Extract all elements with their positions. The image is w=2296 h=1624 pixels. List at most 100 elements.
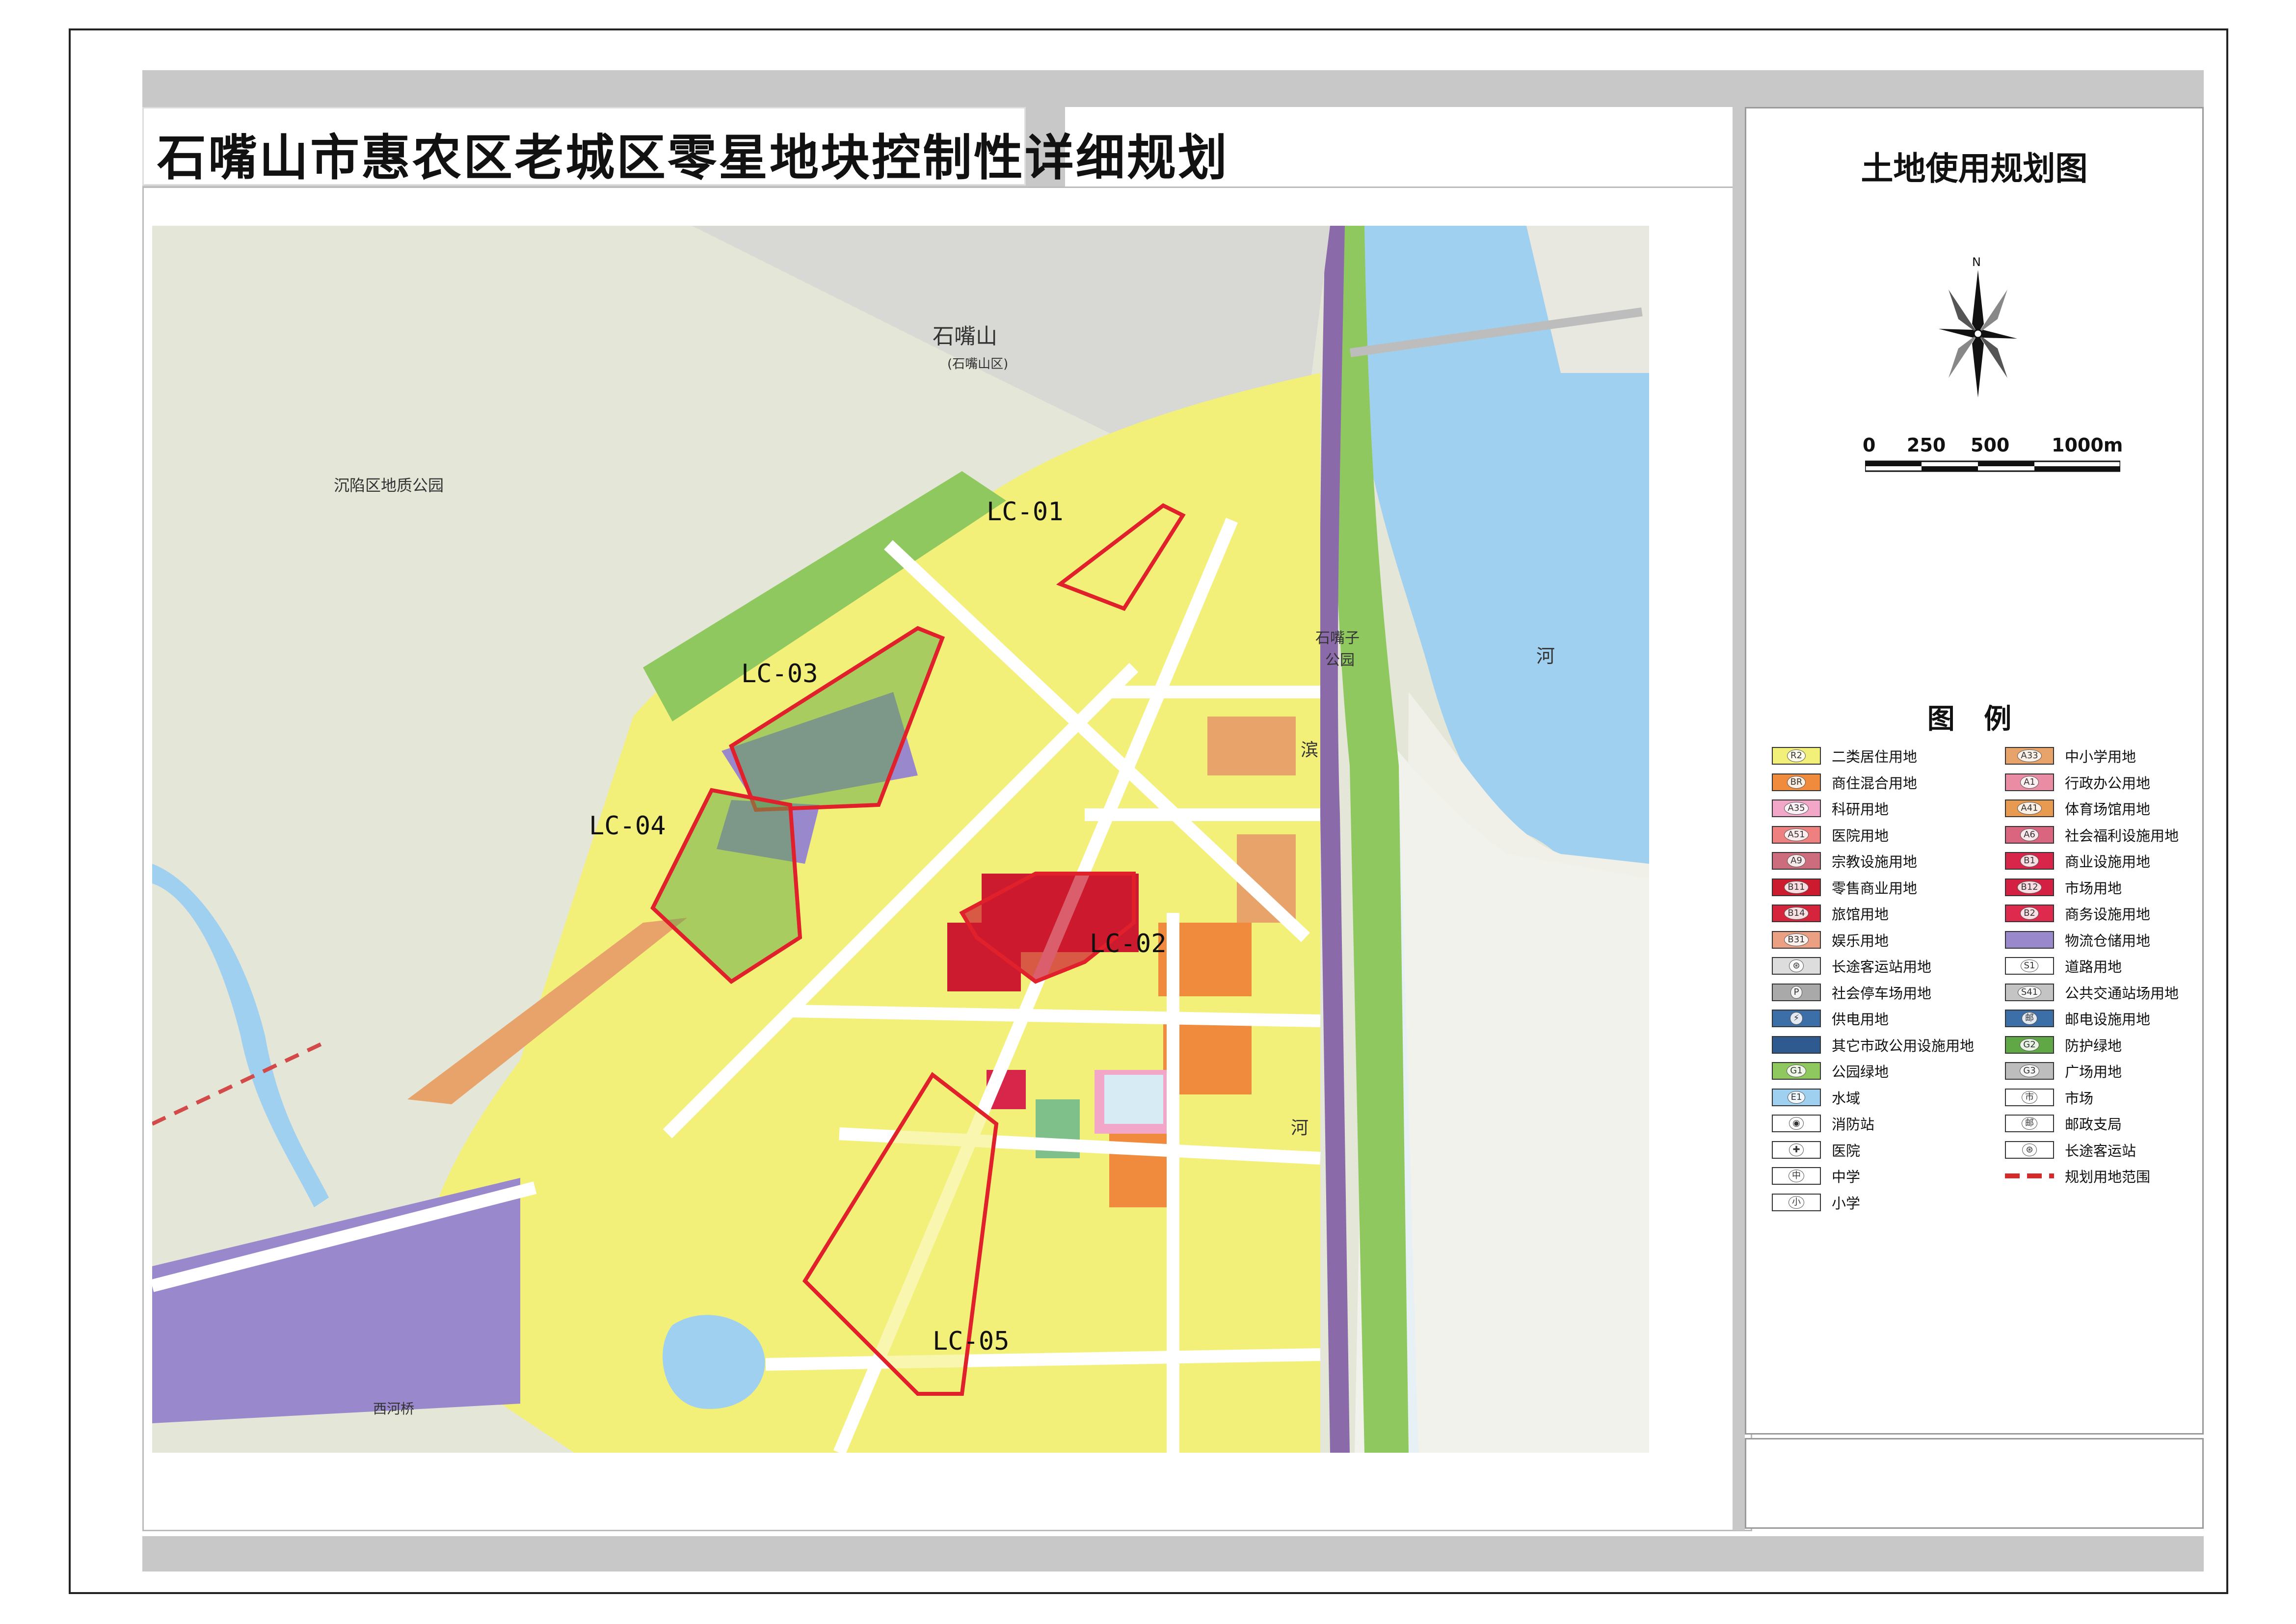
- legend-code: S1: [2020, 959, 2039, 972]
- legend-code: ⊛: [2022, 1143, 2037, 1156]
- label-park1: 石嘴子: [1315, 630, 1360, 647]
- legend-code: R2: [1787, 749, 1806, 762]
- legend-code: 邮: [2022, 1117, 2037, 1130]
- legend-label: 行政办公用地: [2065, 774, 2151, 792]
- legend-swatch: A41: [2005, 799, 2054, 817]
- legend-code: 小: [1789, 1196, 1804, 1209]
- legend-label: 水域: [1832, 1090, 1861, 1107]
- legend-code: ✚: [1789, 1143, 1804, 1156]
- plan-title: 石嘴山市惠农区老城区零星地块控制性详细规划: [157, 129, 1229, 186]
- legend-label: 道路用地: [2065, 958, 2122, 975]
- legend-code: B31: [1784, 933, 1809, 946]
- legend-swatch: B1: [2005, 852, 2054, 870]
- legend-swatch: 邮: [2005, 1010, 2054, 1027]
- legend-swatch: BR: [1772, 773, 1821, 791]
- legend-item: G1 公园绿地: [1772, 1061, 1889, 1081]
- legend-code: B1: [2020, 854, 2039, 867]
- legend-swatch: ⊛: [1772, 957, 1821, 975]
- legend-swatch: [1772, 1036, 1821, 1054]
- land-use-map[interactable]: LC-01 LC-02 LC-03 LC-04 LC-05 石嘴山 (石嘴山区)…: [152, 226, 1649, 1453]
- legend-swatch: ✚: [1772, 1141, 1821, 1159]
- legend-swatch: ⚡: [1772, 1010, 1821, 1027]
- label-lc04: LC-04: [589, 811, 666, 841]
- legend-label: 科研用地: [1832, 801, 1889, 818]
- label-city: 石嘴山: [933, 324, 997, 349]
- legend-swatch: B12: [2005, 878, 2054, 896]
- legend-item: R2 二类居住用地: [1772, 746, 1917, 766]
- label-lc05: LC-05: [933, 1327, 1010, 1356]
- legend-item: S1 道路用地: [2005, 956, 2122, 976]
- label-lc03: LC-03: [741, 659, 818, 689]
- legend-item: 小 小学: [1772, 1193, 1860, 1212]
- legend-label: 小学: [1832, 1195, 1861, 1212]
- legend-swatch: A9: [1772, 852, 1821, 870]
- legend-code: A41: [2017, 802, 2042, 815]
- legend-label: 零售商业用地: [1832, 879, 1918, 897]
- legend-item: 中 中学: [1772, 1166, 1860, 1186]
- legend-swatch: A51: [1772, 825, 1821, 844]
- scale-bar: [1865, 460, 2120, 472]
- block-school-1: [1207, 717, 1296, 775]
- legend-label: 供电用地: [1832, 1011, 1889, 1028]
- block-water-square: [1104, 1075, 1163, 1124]
- legend-label: 医院用地: [1832, 827, 1889, 844]
- top-decor-bar: [142, 70, 2204, 107]
- legend-item: 规划用地范围: [2005, 1166, 2150, 1186]
- legend-label: 邮政支局: [2065, 1116, 2122, 1133]
- legend-label: 旅馆用地: [1832, 906, 1889, 923]
- legend-swatch: G3: [2005, 1062, 2054, 1080]
- legend-code: ◉: [1789, 1117, 1804, 1130]
- legend-code: E1: [1787, 1091, 1806, 1104]
- legend-swatch: B14: [1772, 905, 1821, 922]
- legend-swatch: S41: [2005, 983, 2054, 1001]
- legend-swatch: G2: [2005, 1036, 2054, 1054]
- legend-label: 公园绿地: [1832, 1064, 1889, 1080]
- legend-code: B12: [2017, 880, 2042, 894]
- legend-label: 市场用地: [2065, 879, 2122, 897]
- legend-label: 市场: [2065, 1090, 2094, 1107]
- legend-item: B1 商业设施用地: [2005, 851, 2150, 871]
- legend-label: 体育场馆用地: [2065, 801, 2151, 818]
- label-geopark: 沉陷区地质公园: [334, 476, 444, 495]
- legend-item: G3 广场用地: [2005, 1061, 2122, 1081]
- legend-code: A1: [2020, 775, 2039, 789]
- legend-item: BR 商住混合用地: [1772, 772, 1917, 792]
- legend-code: S41: [2017, 985, 2042, 999]
- label-xihe: 西河桥: [373, 1401, 414, 1417]
- legend-item: 市 市场: [2005, 1088, 2093, 1107]
- legend-code: A33: [2017, 749, 2042, 762]
- legend-item: 邮 邮政支局: [2005, 1114, 2122, 1133]
- legend-item: B14 旅馆用地: [1772, 904, 1889, 923]
- legend-item: B2 商务设施用地: [2005, 904, 2150, 923]
- legend-label: 长途客运站用地: [1832, 958, 1932, 975]
- legend-label: 中小学用地: [2065, 748, 2136, 765]
- legend-code: G3: [2020, 1065, 2039, 1077]
- legend-swatch: B11: [1772, 878, 1821, 896]
- legend-label: 商业设施用地: [2065, 853, 2151, 870]
- legend-item: 其它市政公用设施用地: [1772, 1035, 1974, 1055]
- legend-code: A6: [2020, 828, 2039, 841]
- legend-code: A9: [1787, 854, 1806, 867]
- legend-item: G2 防护绿地: [2005, 1035, 2122, 1055]
- legend-swatch: A1: [2005, 773, 2054, 791]
- legend-code: G1: [1787, 1065, 1806, 1077]
- legend-code: 邮: [2022, 1012, 2037, 1025]
- legend-swatch: A6: [2005, 825, 2054, 844]
- legend-swatch: ◉: [1772, 1115, 1821, 1132]
- legend-swatch: G1: [1772, 1062, 1821, 1080]
- legend-item: ⊛ 长途客运站: [2005, 1140, 2136, 1160]
- scale-500: 500: [1971, 434, 2010, 456]
- legend-item: A33 中小学用地: [2005, 746, 2136, 766]
- legend-code: B14: [1784, 907, 1809, 920]
- sheet-title: 土地使用规划图: [1861, 150, 2088, 187]
- bottom-decor-bar: [142, 1536, 2204, 1571]
- legend-swatch: P: [1772, 983, 1821, 1001]
- legend-item: A1 行政办公用地: [2005, 772, 2150, 792]
- legend-swatch: [2005, 931, 2054, 949]
- legend-swatch: ⊛: [2005, 1141, 2054, 1159]
- legend-code: G2: [2020, 1038, 2039, 1051]
- legend-label: 社会停车场用地: [1832, 985, 1932, 1002]
- legend-code: A35: [1784, 802, 1809, 815]
- legend-item: A51 医院用地: [1772, 825, 1889, 845]
- north-arrow-icon: [1939, 270, 2017, 398]
